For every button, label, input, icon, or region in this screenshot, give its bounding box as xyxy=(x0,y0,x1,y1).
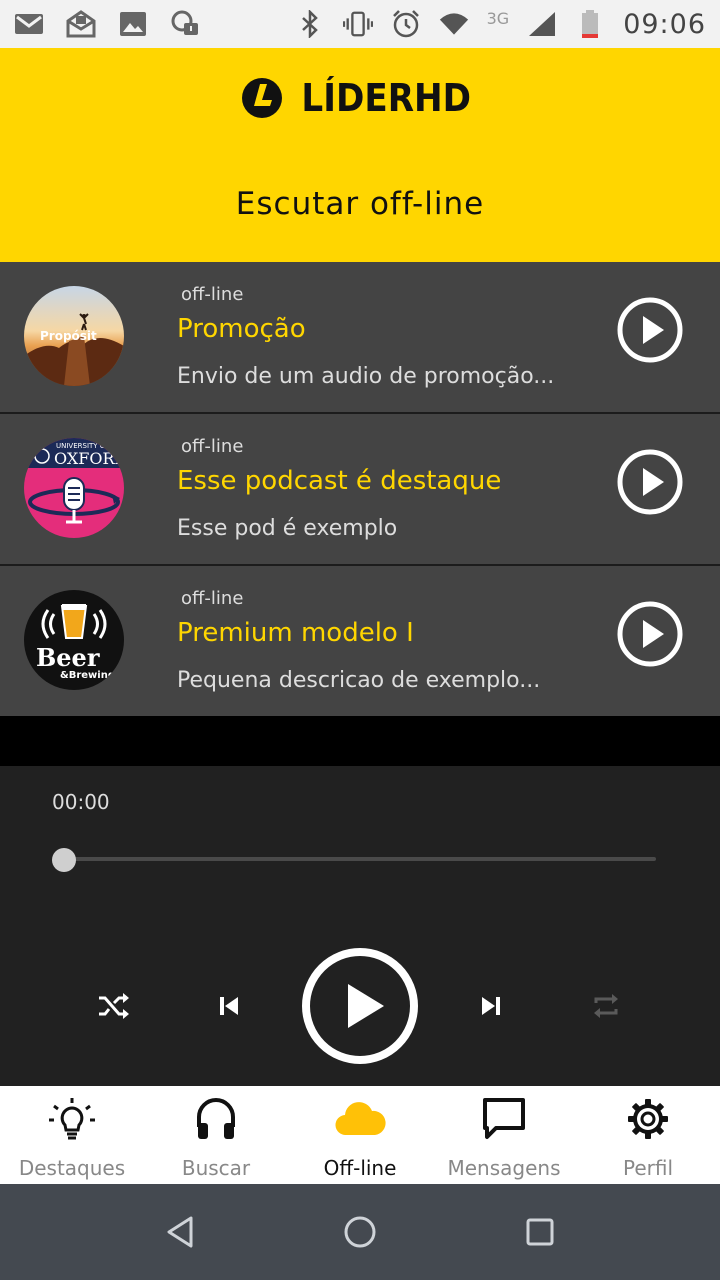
lightbulb-icon xyxy=(47,1096,97,1142)
item-status: off-line xyxy=(181,284,244,305)
clock: 09:06 xyxy=(623,8,706,40)
shuffle-button[interactable] xyxy=(94,988,134,1024)
recents-icon xyxy=(526,1218,554,1246)
system-navigation-bar xyxy=(0,1184,720,1280)
nav-item-destaques[interactable]: Destaques xyxy=(0,1086,144,1184)
message-icon xyxy=(482,1096,526,1142)
bluetooth-icon xyxy=(295,9,325,39)
wifi-icon xyxy=(439,9,469,39)
status-bar: 3G 09:06 xyxy=(0,0,720,48)
shuffle-icon xyxy=(99,993,129,1019)
nav-label: Destaques xyxy=(18,1156,126,1180)
home-button[interactable] xyxy=(342,1214,378,1250)
list-item[interactable]: Propósit off-line Promoção Envio de um a… xyxy=(0,262,720,414)
thumb-label: OXFORD xyxy=(54,449,124,468)
current-time: 00:00 xyxy=(52,790,110,814)
page-title: Escutar off-line xyxy=(235,186,485,222)
nav-item-buscar[interactable]: Buscar xyxy=(144,1086,288,1184)
progress-track[interactable] xyxy=(64,857,656,861)
item-description: Pequena descricao de exemplo... xyxy=(177,668,541,693)
headphones-icon xyxy=(195,1096,237,1142)
alarm-icon xyxy=(391,9,421,39)
thumb-label: Beer xyxy=(36,643,100,672)
audio-player: 00:00 xyxy=(0,766,720,1086)
list-item[interactable]: Beer &Brewing off-line Premium modelo I … xyxy=(0,566,720,716)
offline-podcast-list: Propósit off-line Promoção Envio de um a… xyxy=(0,262,720,716)
empty-area xyxy=(0,716,720,766)
bottom-navigation: Destaques Buscar Off-line Mensagens Perf… xyxy=(0,1086,720,1184)
email-icon xyxy=(66,9,96,39)
nav-label: Perfil xyxy=(622,1156,674,1180)
thumb-label-small: &Brewing xyxy=(60,670,115,681)
vibrate-icon xyxy=(342,9,373,39)
item-status: off-line xyxy=(181,588,244,609)
repeat-button[interactable] xyxy=(588,988,624,1024)
list-item[interactable]: UNIVERSITY OF OXFORD off-line Esse podca… xyxy=(0,414,720,566)
image-icon xyxy=(118,9,148,39)
previous-icon xyxy=(220,997,238,1015)
podcast-thumbnail: Propósit xyxy=(24,286,124,386)
gear-icon xyxy=(626,1096,670,1142)
app-logo: LÍDERHD xyxy=(0,76,720,120)
play-circle-icon xyxy=(617,449,683,515)
recents-button[interactable] xyxy=(522,1214,558,1250)
item-title: Esse podcast é destaque xyxy=(177,466,502,496)
nav-label: Off-line xyxy=(323,1156,397,1180)
play-button[interactable] xyxy=(616,600,684,668)
next-button[interactable] xyxy=(476,990,506,1022)
nav-item-mensagens[interactable]: Mensagens xyxy=(432,1086,576,1184)
item-description: Envio de um audio de promoção... xyxy=(177,364,555,389)
signal-icon xyxy=(527,9,557,39)
liderhd-logo-icon xyxy=(241,78,282,118)
podcast-thumbnail: Beer &Brewing xyxy=(24,590,124,690)
nav-item-offline[interactable]: Off-line xyxy=(288,1086,432,1184)
play-icon xyxy=(302,948,418,1064)
thumb-label: Propósit xyxy=(40,329,97,343)
back-icon xyxy=(167,1216,193,1248)
logo-text: LÍDERHD xyxy=(301,76,471,120)
app-header: LÍDERHD Escutar off-line xyxy=(0,48,720,262)
nav-item-perfil[interactable]: Perfil xyxy=(576,1086,720,1184)
main-play-button[interactable] xyxy=(300,946,420,1066)
screenshot-notification-icon xyxy=(170,9,200,39)
play-button[interactable] xyxy=(616,296,684,364)
cloud-icon xyxy=(334,1096,386,1142)
item-status: off-line xyxy=(181,436,244,457)
item-title: Promoção xyxy=(177,314,306,344)
play-button[interactable] xyxy=(616,448,684,516)
next-icon xyxy=(482,997,500,1015)
progress-thumb[interactable] xyxy=(52,848,76,872)
play-circle-icon xyxy=(617,601,683,667)
item-title: Premium modelo I xyxy=(177,618,414,648)
network-type: 3G xyxy=(486,8,510,28)
item-description: Esse pod é exemplo xyxy=(177,516,398,541)
battery-low-icon xyxy=(575,9,605,39)
gmail-icon xyxy=(14,9,44,39)
podcast-thumbnail: UNIVERSITY OF OXFORD xyxy=(24,438,124,538)
nav-label: Mensagens xyxy=(447,1156,561,1180)
back-button[interactable] xyxy=(162,1214,198,1250)
nav-label: Buscar xyxy=(181,1156,251,1180)
home-icon xyxy=(344,1216,376,1248)
previous-button[interactable] xyxy=(214,990,244,1022)
repeat-icon xyxy=(594,994,618,1018)
play-circle-icon xyxy=(617,297,683,363)
